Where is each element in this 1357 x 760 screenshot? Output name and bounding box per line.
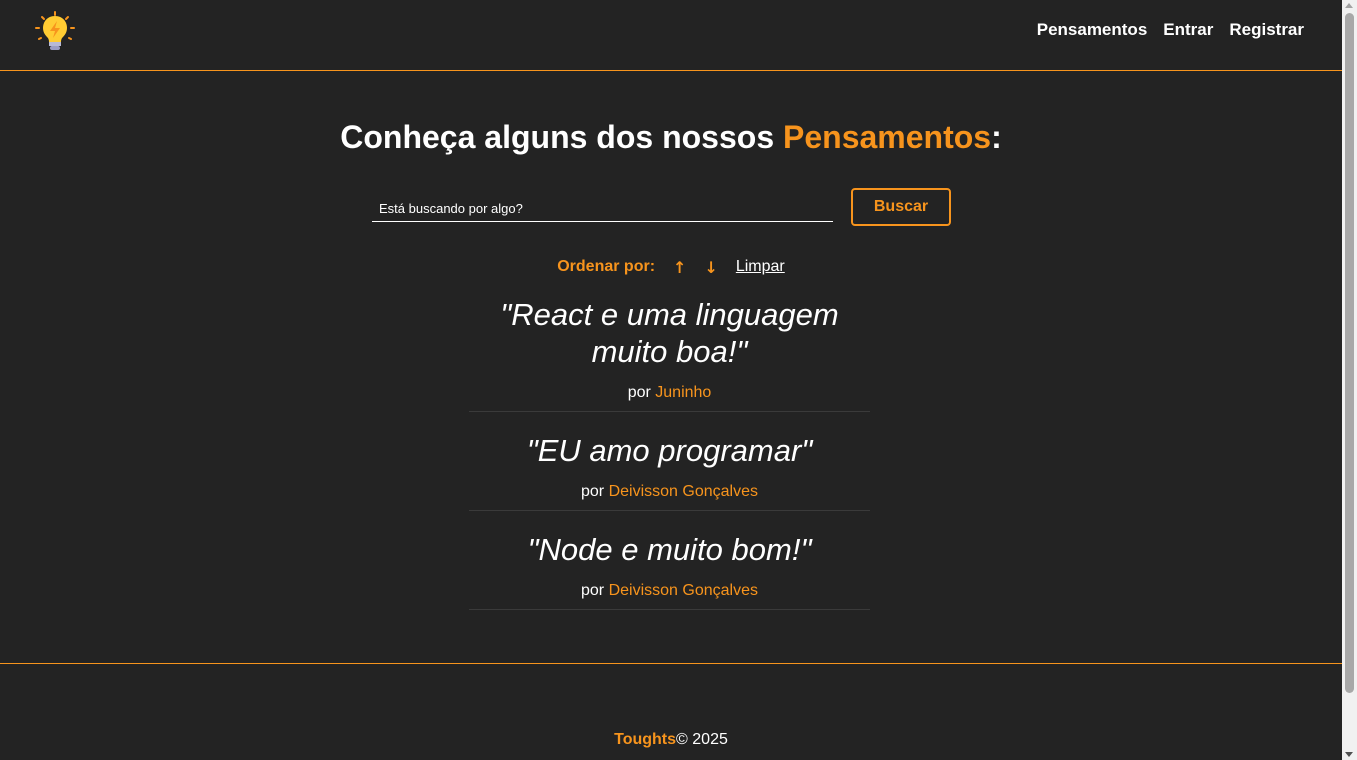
footer-copyright: © 2025 bbox=[676, 731, 728, 748]
vertical-scrollbar[interactable] bbox=[1342, 0, 1357, 760]
thought-card: "EU amo programar" por Deivisson Gonçalv… bbox=[469, 432, 870, 511]
thought-card: "React e uma linguagem muito boa!" por J… bbox=[469, 296, 870, 412]
footer-brand: Toughts bbox=[614, 731, 677, 748]
page-title-accent: Pensamentos bbox=[783, 119, 992, 155]
clear-filter-link[interactable]: Limpar bbox=[736, 257, 785, 277]
search-input[interactable] bbox=[372, 196, 833, 222]
page: Pensamentos Entrar Registrar Conheça alg… bbox=[0, 0, 1342, 760]
footer-text: Toughts© 2025 bbox=[0, 730, 1342, 750]
nav-link-registrar[interactable]: Registrar bbox=[1229, 20, 1304, 40]
sort-descending-arrow-icon[interactable]: ↓ bbox=[704, 258, 717, 277]
main-content: Conheça alguns dos nossos Pensamentos: B… bbox=[0, 71, 1342, 663]
lightbulb-icon bbox=[35, 11, 75, 50]
scrollbar-thumb[interactable] bbox=[1345, 13, 1354, 693]
thought-author-prefix: por bbox=[627, 384, 656, 401]
thought-author-prefix: por bbox=[581, 582, 609, 599]
thought-author: por Deivisson Gonçalves bbox=[469, 581, 870, 601]
thought-author: por Juninho bbox=[469, 383, 870, 403]
thought-author-name: Deivisson Gonçalves bbox=[608, 483, 758, 500]
thought-text: "EU amo programar" bbox=[526, 433, 813, 468]
thought-author: por Deivisson Gonçalves bbox=[469, 482, 870, 502]
sort-ascending-arrow-icon[interactable]: ↑ bbox=[673, 258, 686, 277]
nav-link-entrar[interactable]: Entrar bbox=[1163, 20, 1213, 40]
thought-text: "React e uma linguagem muito boa!" bbox=[500, 297, 839, 369]
thoughts-list: "React e uma linguagem muito boa!" por J… bbox=[469, 296, 870, 630]
page-title-suffix: : bbox=[991, 119, 1002, 155]
navbar: Pensamentos Entrar Registrar bbox=[0, 0, 1342, 71]
scroll-up-arrow-icon[interactable] bbox=[1345, 3, 1353, 8]
page-title: Conheça alguns dos nossos Pensamentos: bbox=[0, 118, 1342, 156]
page-title-prefix: Conheça alguns dos nossos bbox=[340, 119, 783, 155]
thought-card: "Node e muito bom!" por Deivisson Gonçal… bbox=[469, 531, 870, 610]
footer: Toughts© 2025 bbox=[0, 663, 1342, 760]
thought-author-prefix: por bbox=[581, 483, 609, 500]
nav-links: Pensamentos Entrar Registrar bbox=[1037, 20, 1304, 40]
logo-link[interactable] bbox=[34, 10, 76, 52]
nav-link-pensamentos[interactable]: Pensamentos bbox=[1037, 20, 1148, 40]
search-button[interactable]: Buscar bbox=[851, 188, 951, 226]
order-bar: Ordenar por: ↑ ↓ Limpar bbox=[0, 257, 1342, 277]
order-label: Ordenar por: bbox=[557, 258, 656, 275]
search-form: Buscar bbox=[372, 188, 952, 226]
thought-text: "Node e muito bom!" bbox=[527, 532, 812, 567]
thought-author-name: Deivisson Gonçalves bbox=[608, 582, 758, 599]
thought-author-name: Juninho bbox=[655, 384, 712, 401]
scroll-down-arrow-icon[interactable] bbox=[1345, 752, 1353, 757]
